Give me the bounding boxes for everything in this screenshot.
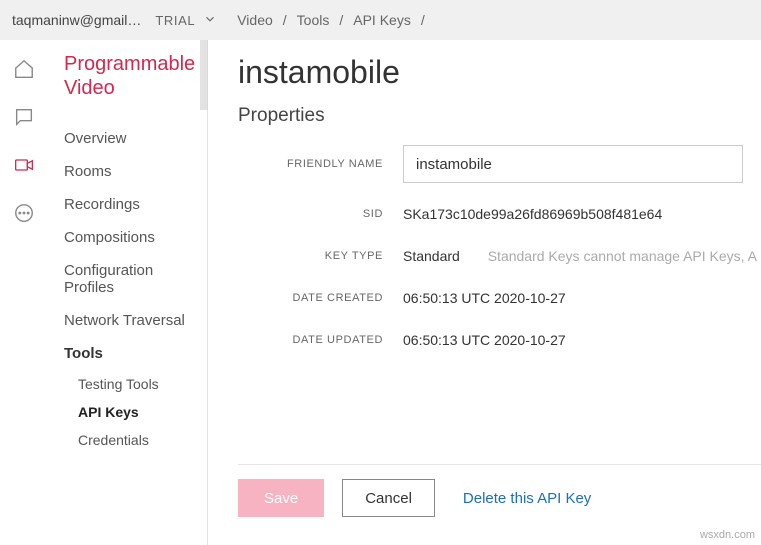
sidebar-sub-tools: Testing Tools API Keys Credentials bbox=[64, 370, 207, 454]
breadcrumb-tools[interactable]: Tools bbox=[297, 12, 330, 28]
cancel-button[interactable]: Cancel bbox=[342, 479, 435, 517]
sidebar-sub-testing[interactable]: Testing Tools bbox=[78, 370, 207, 398]
sidebar-title[interactable]: Programmable Video bbox=[64, 52, 207, 100]
trial-badge: TRIAL bbox=[155, 13, 195, 28]
watermark: wsxdn.com bbox=[700, 529, 755, 541]
home-icon[interactable] bbox=[13, 58, 35, 80]
value-created: 06:50:13 UTC 2020-10-27 bbox=[403, 290, 566, 306]
label-created: DATE CREATED bbox=[238, 292, 403, 304]
account-email[interactable]: taqmaninw@gmail… bbox=[12, 12, 141, 28]
sidebar-sub-credentials[interactable]: Credentials bbox=[78, 426, 207, 454]
breadcrumb-video[interactable]: Video bbox=[237, 12, 273, 28]
row-friendly-name: FRIENDLY NAME bbox=[238, 145, 761, 183]
save-button[interactable]: Save bbox=[238, 479, 324, 517]
label-updated: DATE UPDATED bbox=[238, 334, 403, 346]
row-created: DATE CREATED 06:50:13 UTC 2020-10-27 bbox=[238, 287, 761, 309]
sidebar-sub-apikeys[interactable]: API Keys bbox=[78, 398, 207, 426]
layout: Programmable Video Overview Rooms Record… bbox=[0, 40, 761, 545]
footer-actions: Save Cancel Delete this API Key bbox=[238, 464, 761, 517]
breadcrumb-sep: / bbox=[421, 12, 425, 28]
video-icon[interactable] bbox=[13, 154, 35, 176]
sidebar-item-tools[interactable]: Tools bbox=[64, 337, 207, 370]
main-content: instamobile Properties FRIENDLY NAME SID… bbox=[208, 40, 761, 545]
breadcrumb-sep: / bbox=[283, 12, 287, 28]
sidebar: Programmable Video Overview Rooms Record… bbox=[48, 40, 208, 545]
sidebar-item-config[interactable]: Configuration Profiles bbox=[64, 254, 207, 304]
friendly-name-input[interactable] bbox=[403, 145, 743, 183]
value-sid: SKa173c10de99a26fd86969b508f481e64 bbox=[403, 206, 662, 222]
delete-api-key-link[interactable]: Delete this API Key bbox=[463, 490, 591, 507]
row-sid: SID SKa173c10de99a26fd86969b508f481e64 bbox=[238, 203, 761, 225]
section-title: Properties bbox=[238, 105, 761, 127]
page-title: instamobile bbox=[238, 54, 761, 91]
value-keytype: Standard Standard Keys cannot manage API… bbox=[403, 248, 757, 264]
keytype-hint: Standard Keys cannot manage API Keys, A bbox=[488, 248, 757, 264]
sidebar-item-rooms[interactable]: Rooms bbox=[64, 155, 207, 188]
sidebar-item-recordings[interactable]: Recordings bbox=[64, 188, 207, 221]
sidebar-item-network[interactable]: Network Traversal bbox=[64, 304, 207, 337]
more-icon[interactable] bbox=[13, 202, 35, 224]
breadcrumb-sep: / bbox=[339, 12, 343, 28]
sidebar-item-compositions[interactable]: Compositions bbox=[64, 221, 207, 254]
keytype-text: Standard bbox=[403, 248, 460, 264]
label-keytype: KEY TYPE bbox=[238, 250, 403, 262]
chevron-down-icon[interactable] bbox=[203, 12, 217, 29]
value-updated: 06:50:13 UTC 2020-10-27 bbox=[403, 332, 566, 348]
label-sid: SID bbox=[238, 208, 403, 220]
label-friendly-name: FRIENDLY NAME bbox=[238, 158, 403, 170]
topbar: taqmaninw@gmail… TRIAL Video / Tools / A… bbox=[0, 0, 761, 40]
row-updated: DATE UPDATED 06:50:13 UTC 2020-10-27 bbox=[238, 329, 761, 351]
row-keytype: KEY TYPE Standard Standard Keys cannot m… bbox=[238, 245, 761, 267]
icon-rail bbox=[0, 40, 48, 545]
chat-icon[interactable] bbox=[13, 106, 35, 128]
breadcrumb-apikeys[interactable]: API Keys bbox=[353, 12, 411, 28]
sidebar-item-overview[interactable]: Overview bbox=[64, 122, 207, 155]
